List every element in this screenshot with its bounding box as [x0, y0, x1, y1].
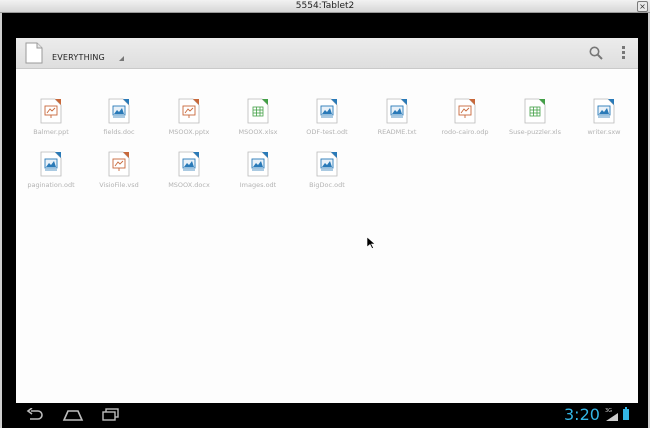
text-document-icon	[40, 151, 62, 177]
file-item[interactable]: Images.odt	[223, 151, 293, 189]
file-name: MSOOX.pptx	[168, 128, 210, 136]
signal-strength-icon	[606, 413, 618, 421]
filter-label: EVERYTHING	[52, 53, 105, 62]
file-name: MSOOX.docx	[168, 181, 210, 189]
presentation-document-icon	[40, 98, 62, 124]
text-document-icon	[178, 151, 200, 177]
file-name: BigDoc.odt	[309, 181, 345, 189]
file-name: Suse-puzzler.xls	[508, 128, 562, 136]
file-name: Images.odt	[239, 181, 277, 189]
app-screen: EVERYTHING Balmer.ppt fields.doc MSOOX.ppt…	[16, 38, 638, 403]
file-item[interactable]: MSOOX.xlsx	[223, 98, 293, 136]
file-item[interactable]: ODF-test.odt	[292, 98, 362, 136]
drawing-document-icon	[108, 151, 130, 177]
file-item[interactable]: Suse-puzzler.xls	[500, 98, 570, 136]
window-close-button[interactable]: ×	[637, 1, 648, 12]
text-document-icon	[316, 151, 338, 177]
file-name: pagination.odt	[27, 181, 75, 189]
window-title: 5554:Tablet2	[295, 1, 355, 11]
file-item[interactable]: fields.doc	[84, 98, 154, 136]
text-document-icon	[247, 151, 269, 177]
file-item[interactable]: README.txt	[362, 98, 432, 136]
search-icon[interactable]	[588, 45, 604, 61]
emulator-title-bar: 5554:Tablet2 ×	[0, 0, 650, 13]
battery-icon	[623, 407, 629, 420]
file-item[interactable]: BigDoc.odt	[292, 151, 362, 189]
document-app-icon[interactable]	[24, 42, 44, 64]
file-name: README.txt	[377, 128, 417, 136]
file-item[interactable]: rodo-cairo.odp	[430, 98, 500, 136]
home-icon[interactable]	[62, 408, 84, 422]
file-name: VisioFile.vsd	[99, 181, 139, 189]
back-icon[interactable]	[26, 408, 44, 422]
file-name: fields.doc	[103, 128, 135, 136]
system-nav-bar: 3:20 3G	[2, 403, 648, 428]
file-name: rodo-cairo.odp	[441, 128, 489, 136]
file-item[interactable]: pagination.odt	[16, 151, 86, 189]
file-name: writer.sxw	[587, 128, 621, 136]
text-document-icon	[108, 98, 130, 124]
presentation-document-icon	[454, 98, 476, 124]
emulator-frame: EVERYTHING Balmer.ppt fields.doc MSOOX.ppt…	[2, 13, 648, 428]
file-name: MSOOX.xlsx	[238, 128, 278, 136]
filter-spinner[interactable]: EVERYTHING	[52, 45, 124, 62]
file-item[interactable]: VisioFile.vsd	[84, 151, 154, 189]
presentation-document-icon	[178, 98, 200, 124]
action-bar: EVERYTHING	[16, 38, 638, 69]
file-item[interactable]: MSOOX.docx	[154, 151, 224, 189]
spinner-indicator-icon	[119, 56, 124, 61]
status-clock: 3:20	[564, 405, 600, 424]
overflow-menu-icon[interactable]	[618, 45, 628, 61]
text-document-icon	[386, 98, 408, 124]
spreadsheet-document-icon	[524, 98, 546, 124]
file-name: ODF-test.odt	[306, 128, 348, 136]
file-item[interactable]: Balmer.ppt	[16, 98, 86, 136]
file-item[interactable]: MSOOX.pptx	[154, 98, 224, 136]
recent-apps-icon[interactable]	[102, 408, 120, 422]
spreadsheet-document-icon	[247, 98, 269, 124]
file-item[interactable]: writer.sxw	[569, 98, 638, 136]
text-document-icon	[593, 98, 615, 124]
mouse-pointer-icon	[367, 237, 376, 249]
text-document-icon	[316, 98, 338, 124]
file-name: Balmer.ppt	[33, 128, 69, 136]
